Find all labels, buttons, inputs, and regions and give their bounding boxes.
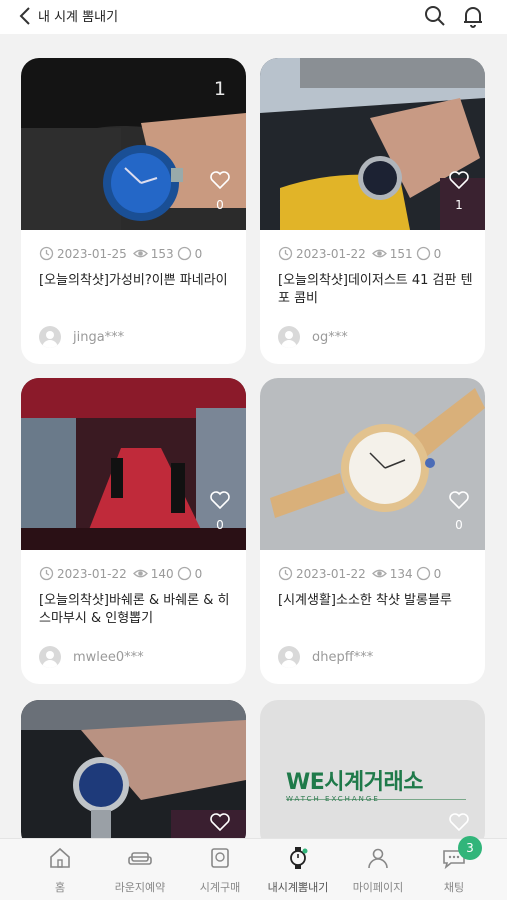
avatar [278,646,300,668]
page-title: 내 시계 뽐내기 [38,10,119,25]
post-title[interactable]: [시계생활]소소한 착샷 발롱블루 [278,592,473,610]
clock-icon [278,566,293,581]
home-icon [50,847,70,868]
author-name: dhepff*** [312,649,374,665]
comment-count: 0 [194,246,203,261]
comment-count: 0 [194,566,203,581]
view-count: 134 [389,566,413,581]
like-button[interactable]: 0 [206,170,234,212]
clock-icon [39,566,54,581]
post-meta: 2023-01-25 153 0 [39,246,202,261]
heart-icon [449,171,469,190]
comment-count: 0 [433,566,442,581]
view-count: 151 [389,246,413,261]
user-icon [368,848,388,869]
comment-count: 0 [433,246,442,261]
comment-icon [177,566,191,581]
post-author: mwlee0*** [39,646,144,668]
post-card[interactable]: 0 2023-01-22 140 0 [오늘의착샷]바쉐론 & 바쉐론 & 히스… [21,378,246,684]
heart-icon [449,813,469,832]
heart-icon [210,171,230,190]
post-card[interactable]: 0 2023-01-22 134 0 [시계생활]소소한 착샷 발롱블루 dhe… [260,378,485,684]
search-icon [425,6,445,26]
nav-label: 채팅 [443,881,465,894]
like-count: 0 [216,518,224,532]
post-title[interactable]: [오늘의착샷]바쉐론 & 바쉐론 & 히스마부시 & 인형뽑기 [39,592,234,628]
eye-icon [371,249,387,258]
post-date: 2023-01-25 [57,246,127,261]
nav-lounge[interactable]: 라운지예약 [100,845,180,895]
nav-chat[interactable]: 채팅 [414,845,494,895]
nav-label: 내시계뽐내기 [267,881,329,894]
view-count: 153 [150,246,174,261]
author-name: jinga*** [73,329,125,345]
nav-home[interactable]: 홈 [20,845,100,895]
banner-subtitle: WATCH EXCHANGE [286,795,380,803]
eye-icon [132,249,148,258]
like-button[interactable]: 0 [445,490,473,532]
clock-icon [278,246,293,261]
like-button[interactable] [445,812,473,836]
eye-icon [132,569,148,578]
author-name: mwlee0*** [73,649,144,665]
avatar [39,326,61,348]
post-meta: 2023-01-22 134 0 [278,566,441,581]
chevron-left-icon [19,7,30,25]
like-button[interactable]: 0 [206,490,234,532]
like-count: 0 [216,198,224,212]
exchange-banner[interactable]: WE시계거래소 WATCH EXCHANGE [260,700,485,850]
notification-button[interactable] [461,4,485,28]
heart-icon [210,813,230,832]
watch-box-icon [211,848,229,868]
avatar [278,326,300,348]
nav-label: 홈 [54,881,66,894]
back-button[interactable] [16,5,36,27]
author-name: og*** [312,329,348,345]
like-button[interactable]: 1 [445,170,473,212]
post-author: jinga*** [39,326,124,348]
post-author: og*** [278,326,348,348]
comment-icon [177,246,191,261]
view-count: 140 [150,566,174,581]
sofa-icon [128,852,152,865]
image-count: 1 [213,78,226,100]
comment-icon [416,566,430,581]
watch-icon [290,847,308,869]
post-title[interactable]: [오늘의착샷]데이저스트 41 검판 텐포 콤비 [278,272,473,308]
post-date: 2023-01-22 [57,566,127,581]
chat-badge: 3 [458,836,482,860]
like-count: 1 [455,198,463,212]
nav-mypage[interactable]: 마이페이지 [338,845,418,895]
post-card[interactable]: 1 2023-01-22 151 0 [오늘의착샷]데이저스트 41 검판 텐포… [260,58,485,364]
post-author: dhepff*** [278,646,373,668]
post-date: 2023-01-22 [296,566,366,581]
post-meta: 2023-01-22 151 0 [278,246,441,261]
nav-label: 라운지예약 [114,881,166,894]
search-button[interactable] [423,4,447,28]
heart-icon [210,491,230,510]
nav-label: 마이페이지 [352,881,404,894]
post-date: 2023-01-22 [296,246,366,261]
bell-icon [464,7,482,28]
post-meta: 2023-01-22 140 0 [39,566,202,581]
post-title[interactable]: [오늘의착샷]가성비?이쁜 파네라이 [39,272,234,290]
nav-label: 시계구매 [199,881,241,894]
nav-buy[interactable]: 시계구매 [180,845,260,895]
like-count: 0 [455,518,463,532]
eye-icon [371,569,387,578]
heart-icon [449,491,469,510]
banner-brand: WE시계거래소 [286,770,424,795]
avatar [39,646,61,668]
post-card[interactable]: 1 0 2023-01-25 153 0 [오늘의착샷]가성비?이쁜 파네라이 … [21,58,246,364]
like-button[interactable] [206,812,234,836]
post-card[interactable] [21,700,246,850]
header-bar: 내 시계 뽐내기 [0,0,507,34]
nav-showoff[interactable]: 내시계뽐내기 [258,845,338,895]
clock-icon [39,246,54,261]
bottom-nav: 홈 라운지예약 시계구매 내시계뽐내기 마이페이지 채팅 [0,838,507,900]
comment-icon [416,246,430,261]
